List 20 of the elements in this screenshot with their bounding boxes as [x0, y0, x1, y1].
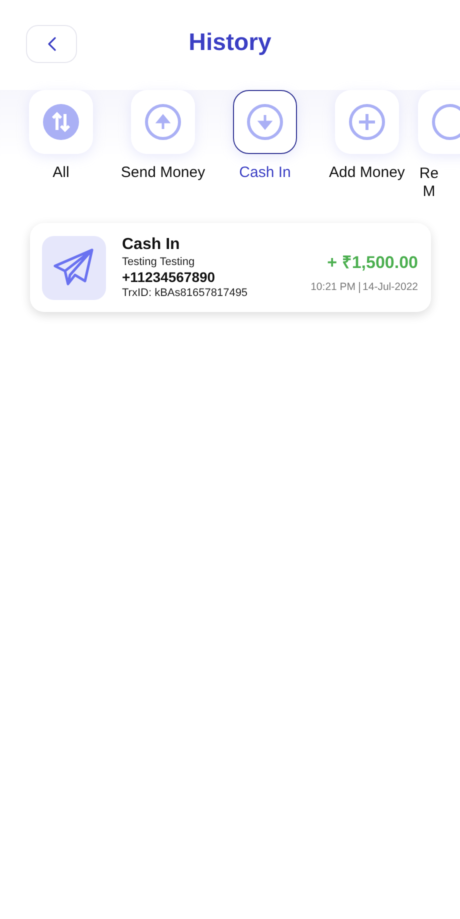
- category-label: Cash In: [239, 164, 291, 181]
- transaction-id: TrxID: kBAs81657817495: [122, 287, 249, 299]
- category-label: Re M: [418, 165, 440, 201]
- paper-plane-icon: [42, 236, 106, 300]
- category-label: Send Money: [120, 164, 206, 181]
- transaction-time: 10:21 PM: [310, 281, 356, 293]
- transaction-date: 14-Jul-2022: [362, 281, 418, 293]
- transaction-card[interactable]: Cash In Testing Testing +11234567890 TrxID: kBAs81657817495 + ₹1,500.00 10:21 PM 14-Jul-2022: [30, 223, 431, 312]
- phone-number: +11234567890: [122, 269, 216, 285]
- plus-icon: [348, 103, 386, 141]
- back-button[interactable]: [26, 25, 77, 63]
- amount: + ₹1,500.00: [327, 252, 418, 273]
- back-icon: [48, 37, 56, 51]
- customer-name: Testing Testing: [122, 256, 196, 268]
- category-label: All: [52, 164, 70, 181]
- transaction-type: Cash In: [122, 236, 181, 254]
- swap-arrows-icon: [42, 103, 80, 141]
- category-button[interactable]: [233, 90, 297, 154]
- page-title: History: [188, 29, 272, 57]
- category-label: Add Money: [329, 164, 405, 181]
